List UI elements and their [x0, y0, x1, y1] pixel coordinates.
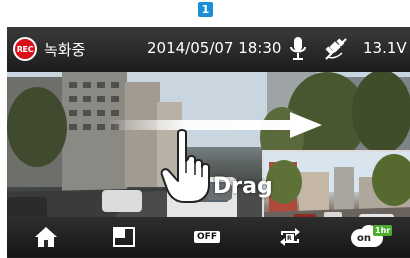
- callout-number-badge: 1: [198, 2, 213, 17]
- camera-switch-icon: R: [280, 228, 300, 246]
- recording-status-text: 녹화중: [44, 41, 86, 59]
- svg-text:R: R: [287, 235, 292, 242]
- camera-switch-button[interactable]: R: [273, 223, 307, 251]
- date-time-display: 2014/05/07 18:30: [147, 39, 282, 57]
- rec-indicator-icon: REC: [13, 37, 37, 61]
- hour-badge: 1hr: [373, 225, 393, 236]
- home-button[interactable]: [29, 223, 63, 251]
- pip-toggle-button[interactable]: [107, 223, 141, 251]
- picture-in-picture-icon: [113, 227, 135, 247]
- screen-off-button[interactable]: OFF: [187, 223, 227, 251]
- drag-gesture-label: Drag: [213, 174, 273, 199]
- voltage-display: 13.1V: [363, 39, 407, 57]
- gps-off-icon[interactable]: [324, 37, 348, 61]
- hand-pointer-icon: [160, 129, 210, 203]
- status-bar: REC 녹화중 2014/05/07 18:30 13.1V: [7, 27, 410, 72]
- home-icon: [35, 227, 57, 247]
- on-label: on: [357, 233, 371, 244]
- off-label: OFF: [194, 231, 220, 243]
- microphone-icon[interactable]: [290, 37, 306, 61]
- dashcam-screen: Drag REC 녹화중 2014/05/07 18:30 13.1V OFF …: [7, 27, 410, 258]
